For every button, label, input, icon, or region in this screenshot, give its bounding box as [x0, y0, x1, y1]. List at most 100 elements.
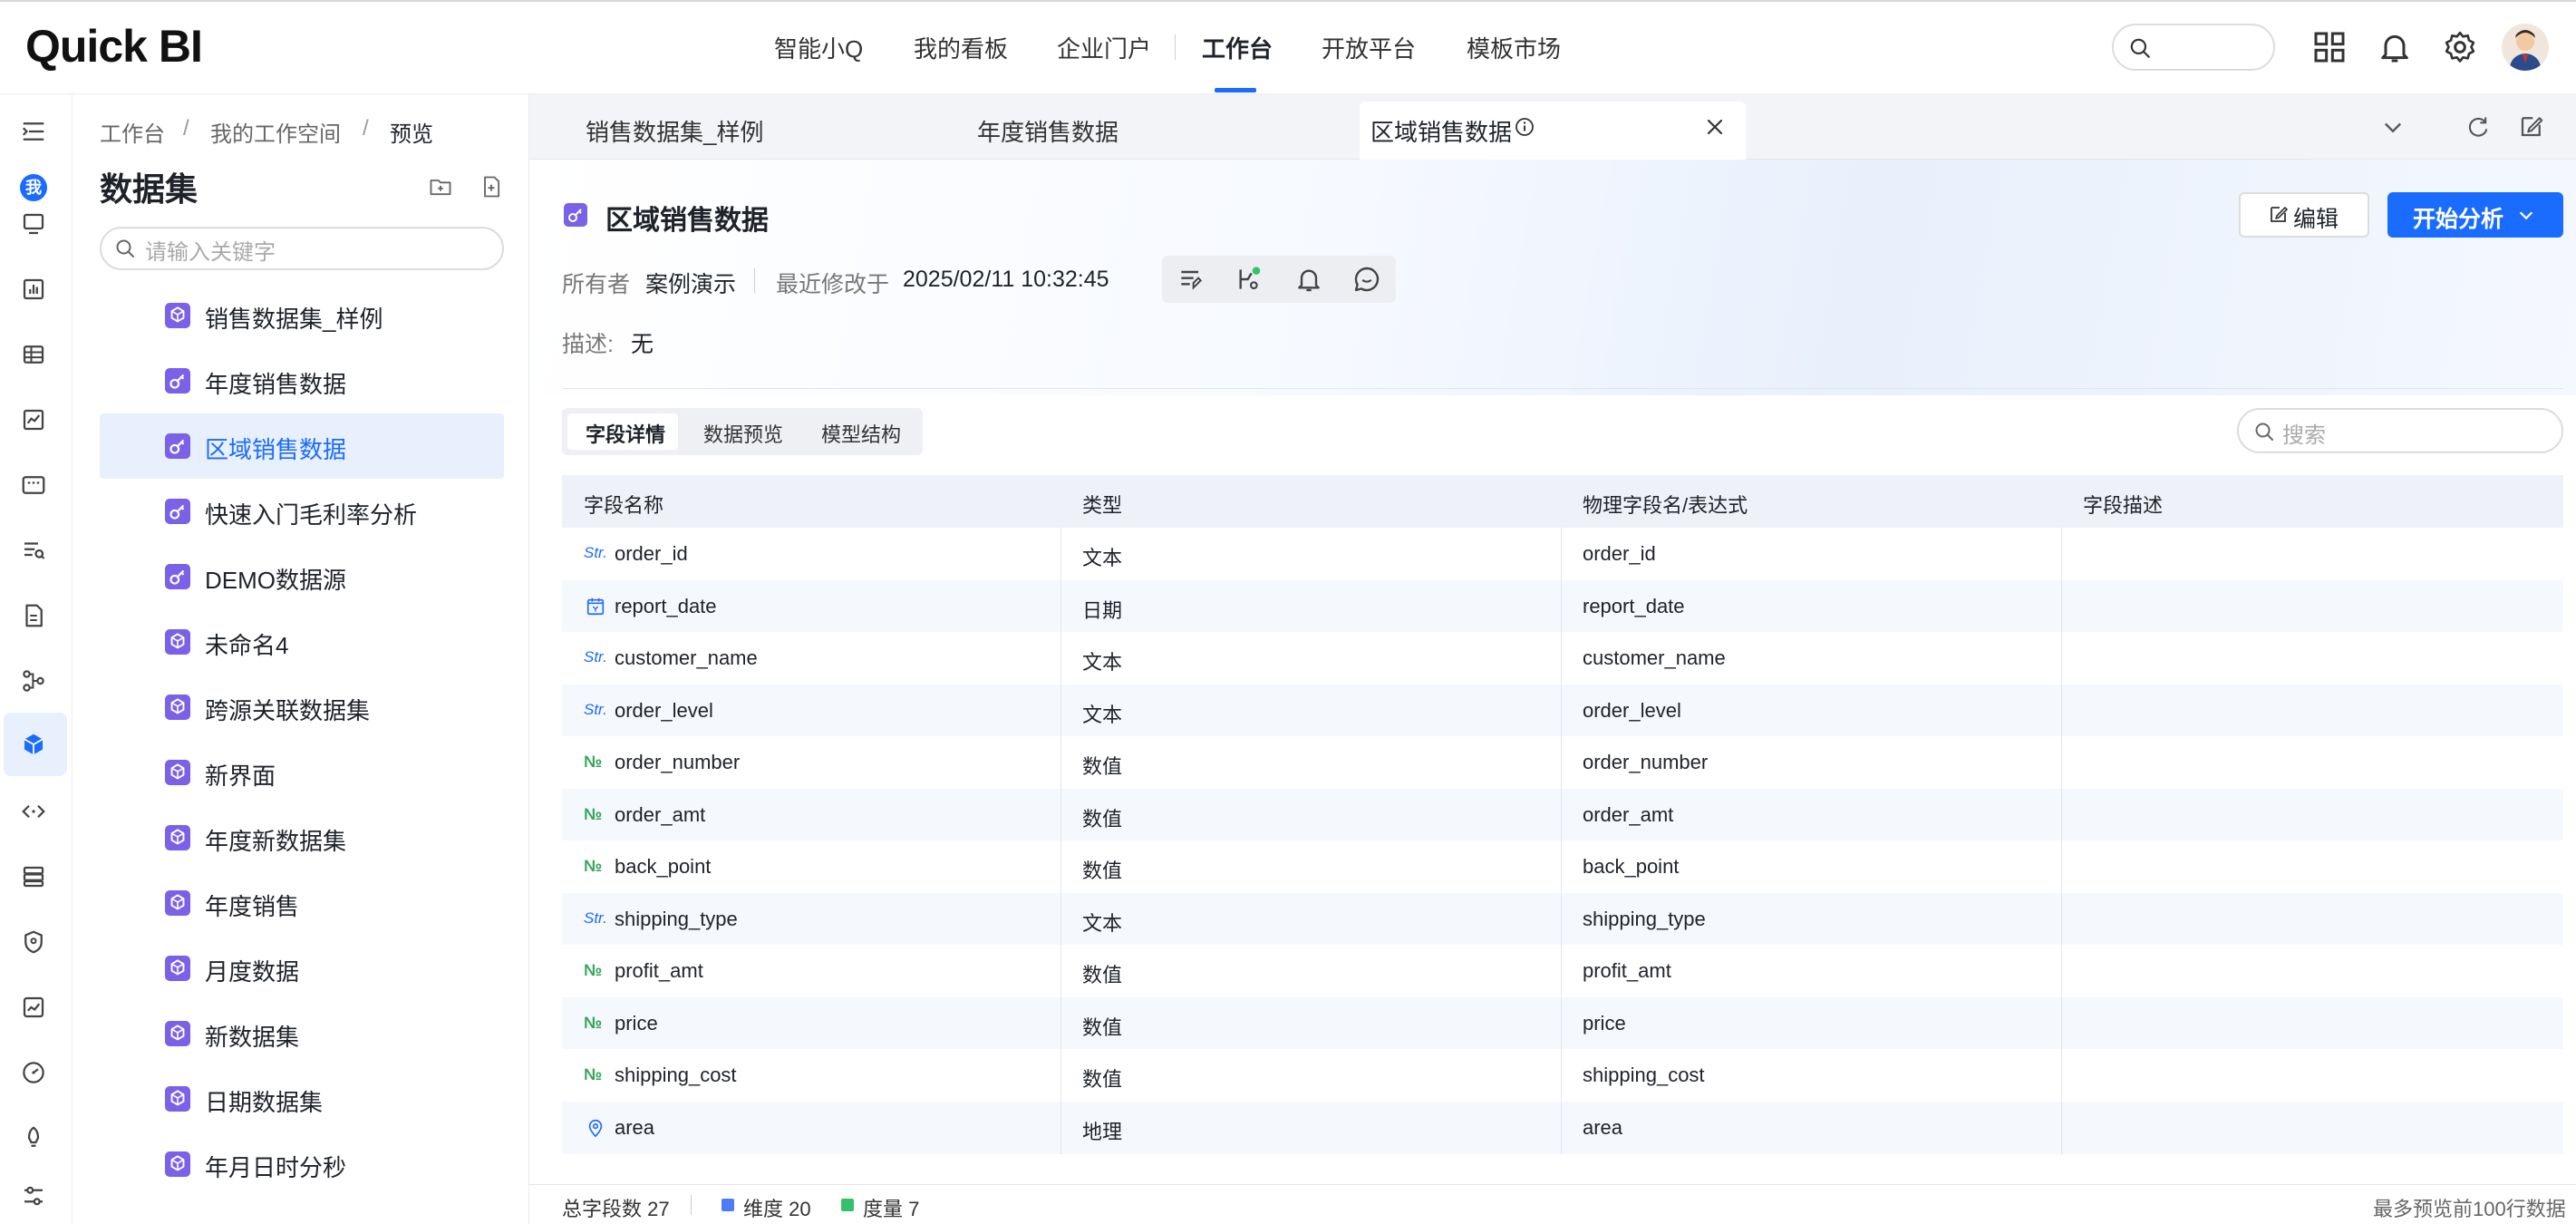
refresh-icon[interactable] [2465, 114, 2491, 140]
breadcrumb-workbench[interactable]: 工作台 [100, 116, 165, 148]
table-row[interactable]: № price 数值 price [562, 996, 2563, 1050]
sidebar-item[interactable]: 未命名4 [100, 609, 504, 675]
flow-icon[interactable] [20, 667, 47, 695]
cell-name: order_id [615, 542, 688, 565]
document-icon[interactable] [20, 602, 47, 629]
cell-name: shipping_type [615, 907, 738, 930]
sidebar-item[interactable]: 区域销售数据 [100, 413, 504, 479]
info-icon[interactable] [1514, 116, 1535, 138]
edit-window-icon[interactable] [2518, 112, 2545, 140]
gear-icon[interactable] [2442, 29, 2478, 65]
query-icon[interactable] [20, 537, 47, 564]
new-dataset-icon[interactable] [479, 174, 504, 199]
table-row[interactable]: report_date 日期 report_date [562, 579, 2563, 633]
topnav-item-workbench[interactable]: 工作台 [1202, 31, 1273, 64]
comment-icon[interactable] [1352, 265, 1381, 294]
sidebar-item[interactable]: 快速入门毛利率分析 [100, 479, 504, 544]
breadcrumb-workspace[interactable]: 我的工作空间 [210, 116, 341, 148]
sidebar-item[interactable]: 新数据集 [100, 1001, 504, 1066]
sidebar-item[interactable]: 销售数据集_样例 [100, 283, 504, 348]
edit-button-label[interactable]: 编辑 [2293, 201, 2339, 234]
topnav-item-portal[interactable]: 企业门户 [1057, 31, 1151, 64]
dashboard-icon[interactable] [20, 471, 47, 499]
table-row[interactable]: Str. customer_name 文本 customer_name [562, 632, 2563, 685]
sidebar-item[interactable]: 跨源关联数据集 [100, 675, 504, 740]
table-icon[interactable] [20, 341, 47, 368]
app-logo[interactable]: Quick BI [25, 20, 203, 73]
dimension-count: 维度 20 [743, 1198, 811, 1220]
cube-icon[interactable] [20, 731, 47, 758]
column-header-physical[interactable]: 物理字段名/表达式 [1583, 490, 1748, 519]
column-separator [1561, 579, 1562, 633]
table-row[interactable]: area 地理 area [562, 1101, 2563, 1154]
column-header-type[interactable]: 类型 [1082, 490, 1122, 519]
table-row[interactable]: № order_number 数值 order_number [562, 736, 2563, 789]
table-row[interactable]: № back_point 数值 back_point [562, 840, 2563, 893]
new-folder-icon[interactable] [428, 174, 453, 199]
column-separator [2061, 788, 2062, 841]
monitor-chart-icon[interactable] [20, 994, 47, 1021]
shield-icon[interactable] [20, 928, 47, 956]
search-icon [2255, 423, 2273, 441]
sidebar-item[interactable]: 年度销售 [100, 870, 504, 936]
subtab-data-preview[interactable]: 数据预览 [703, 419, 783, 448]
bar-chart-icon[interactable] [20, 276, 47, 303]
sidebar-item[interactable]: 年度新数据集 [100, 805, 504, 870]
string-type-icon: Str. [584, 544, 607, 561]
sidebar-item[interactable]: DEMO数据源 [100, 544, 504, 609]
column-separator [2061, 945, 2062, 997]
cell-name: report_date [615, 594, 717, 617]
field-list-icon[interactable] [1177, 265, 1206, 294]
start-analysis-label[interactable]: 开始分析 [2413, 201, 2503, 234]
menu-collapse-icon[interactable] [20, 118, 47, 145]
table-row[interactable]: Str. shipping_type 文本 shipping_type [562, 892, 2563, 946]
my-space-badge[interactable]: 我 [20, 174, 47, 201]
table-row[interactable]: Str. order_level 文本 order_level [562, 684, 2563, 737]
top-search-input[interactable] [2112, 24, 2275, 71]
sidebar-item[interactable]: 日期数据集 [100, 1066, 504, 1132]
rocket-icon[interactable] [20, 1124, 47, 1151]
close-tab-icon[interactable] [1704, 116, 1726, 138]
apps-grid-icon[interactable] [2311, 29, 2348, 65]
settings-sliders-icon[interactable] [20, 1182, 47, 1209]
column-header-description[interactable]: 字段描述 [2083, 490, 2163, 519]
cell-type: 文本 [1082, 703, 1123, 726]
table-row[interactable]: № profit_amt 数值 profit_amt [562, 945, 2563, 997]
chevron-down-icon[interactable] [2516, 205, 2536, 225]
chevron-down-icon[interactable] [2380, 114, 2406, 140]
sidebar-item[interactable]: 年月日时分秒 [100, 1132, 504, 1197]
column-header-name[interactable]: 字段名称 [584, 490, 663, 519]
cell-physical: order_amt [1583, 802, 1674, 826]
tab-regional-sales[interactable]: 区域销售数据 [1370, 114, 1512, 148]
table-row[interactable]: № shipping_cost 数值 shipping_cost [562, 1049, 2563, 1102]
table-header-row: 字段名称 类型 物理字段名/表达式 字段描述 [562, 475, 2563, 528]
cell-physical: area [1583, 1115, 1623, 1139]
alert-bell-icon[interactable] [1294, 265, 1323, 294]
numeric-type-icon: № [584, 804, 603, 823]
table-row[interactable]: № order_amt 数值 order_amt [562, 788, 2563, 841]
column-separator [1060, 1049, 1061, 1102]
topnav-item-assistant[interactable]: 智能小Q [774, 31, 863, 64]
gauge-icon[interactable] [20, 1059, 47, 1086]
bell-icon[interactable] [2377, 29, 2413, 65]
tab-sales-sample[interactable]: 销售数据集_样例 [586, 114, 763, 148]
cell-physical: back_point [1583, 855, 1680, 878]
numeric-type-icon: № [584, 753, 603, 771]
sidebar-item[interactable]: 年度销售数据 [100, 348, 504, 413]
tab-annual-sales[interactable]: 年度销售数据 [977, 114, 1119, 148]
sidebar-item[interactable]: 月度数据 [100, 936, 504, 1001]
topnav-item-open-platform[interactable]: 开放平台 [1322, 31, 1416, 64]
topnav-item-dashboard[interactable]: 我的看板 [914, 31, 1008, 64]
subtab-field-details[interactable]: 字段详情 [586, 419, 665, 448]
line-chart-icon[interactable] [20, 406, 47, 433]
sidebar-item[interactable]: 新界面 [100, 740, 504, 805]
topnav-item-template-market[interactable]: 模板市场 [1467, 31, 1561, 64]
subtab-model-structure[interactable]: 模型结构 [821, 419, 901, 448]
column-separator [1060, 736, 1061, 789]
monitor-icon[interactable] [20, 210, 47, 238]
api-icon[interactable] [20, 798, 47, 825]
database-icon[interactable] [20, 863, 47, 890]
table-row[interactable]: Str. order_id 文本 order_id [562, 528, 2563, 580]
lineage-icon[interactable] [1235, 265, 1264, 294]
avatar[interactable] [2502, 24, 2549, 71]
